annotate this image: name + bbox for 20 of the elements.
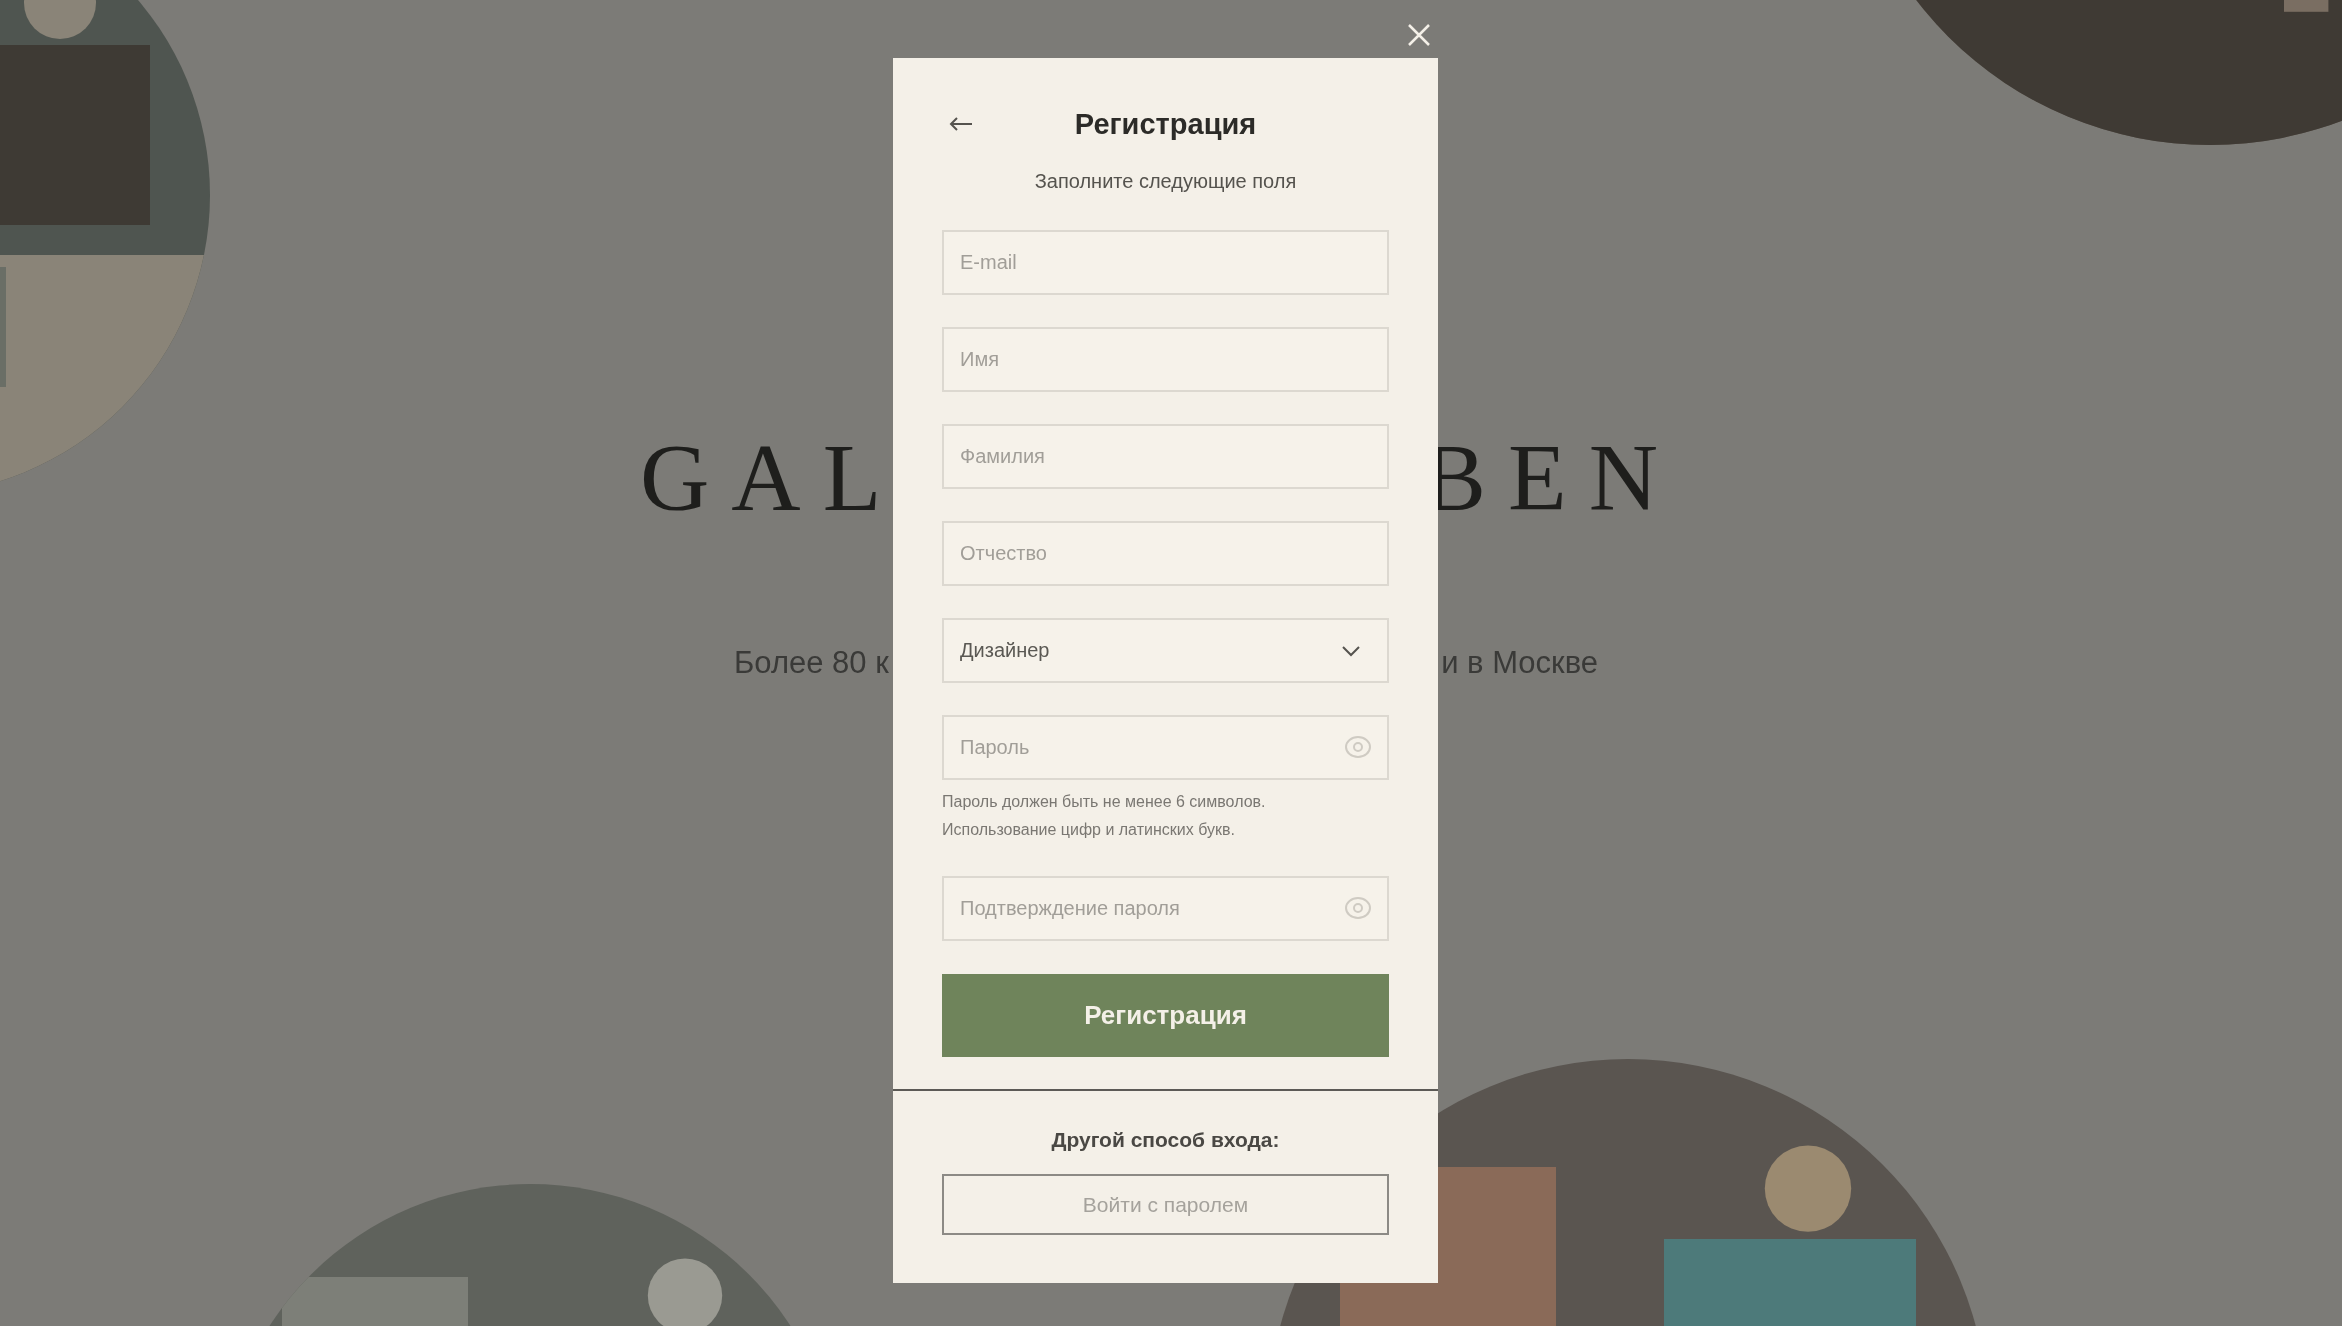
password-field[interactable]: Подтверждение пароля — [942, 876, 1389, 941]
dialog-subtitle: Заполните следующие поля — [1033, 169, 1298, 193]
chevron-down-icon — [1341, 644, 1361, 657]
input-field[interactable]: E-mail — [942, 230, 1389, 295]
back-arrow-icon[interactable] — [948, 116, 974, 132]
role-dropdown[interactable]: Дизайнер — [942, 618, 1389, 683]
password-login-button[interactable]: Войти с паролем — [942, 1174, 1389, 1235]
input-field[interactable]: Отчество — [942, 521, 1389, 586]
password-field[interactable]: Пароль — [942, 715, 1389, 780]
tagline-text: Более 80 к — [734, 645, 889, 681]
brand-title: GAL — [640, 430, 904, 526]
dialog-title: Регистрация — [1074, 107, 1257, 141]
password-hint: Использование цифр и латинских букв. — [942, 820, 1236, 840]
input-field[interactable]: Имя — [942, 327, 1389, 392]
password-hint: Пароль должен быть не менее 6 символов. — [942, 792, 1267, 812]
alt-login-label: Другой способ входа: — [1051, 1127, 1280, 1153]
tagline-text: и в Москве — [1441, 645, 1598, 681]
close-icon[interactable] — [1406, 22, 1432, 48]
register-button[interactable]: Регистрация — [942, 974, 1389, 1057]
input-field[interactable]: Фамилия — [942, 424, 1389, 489]
